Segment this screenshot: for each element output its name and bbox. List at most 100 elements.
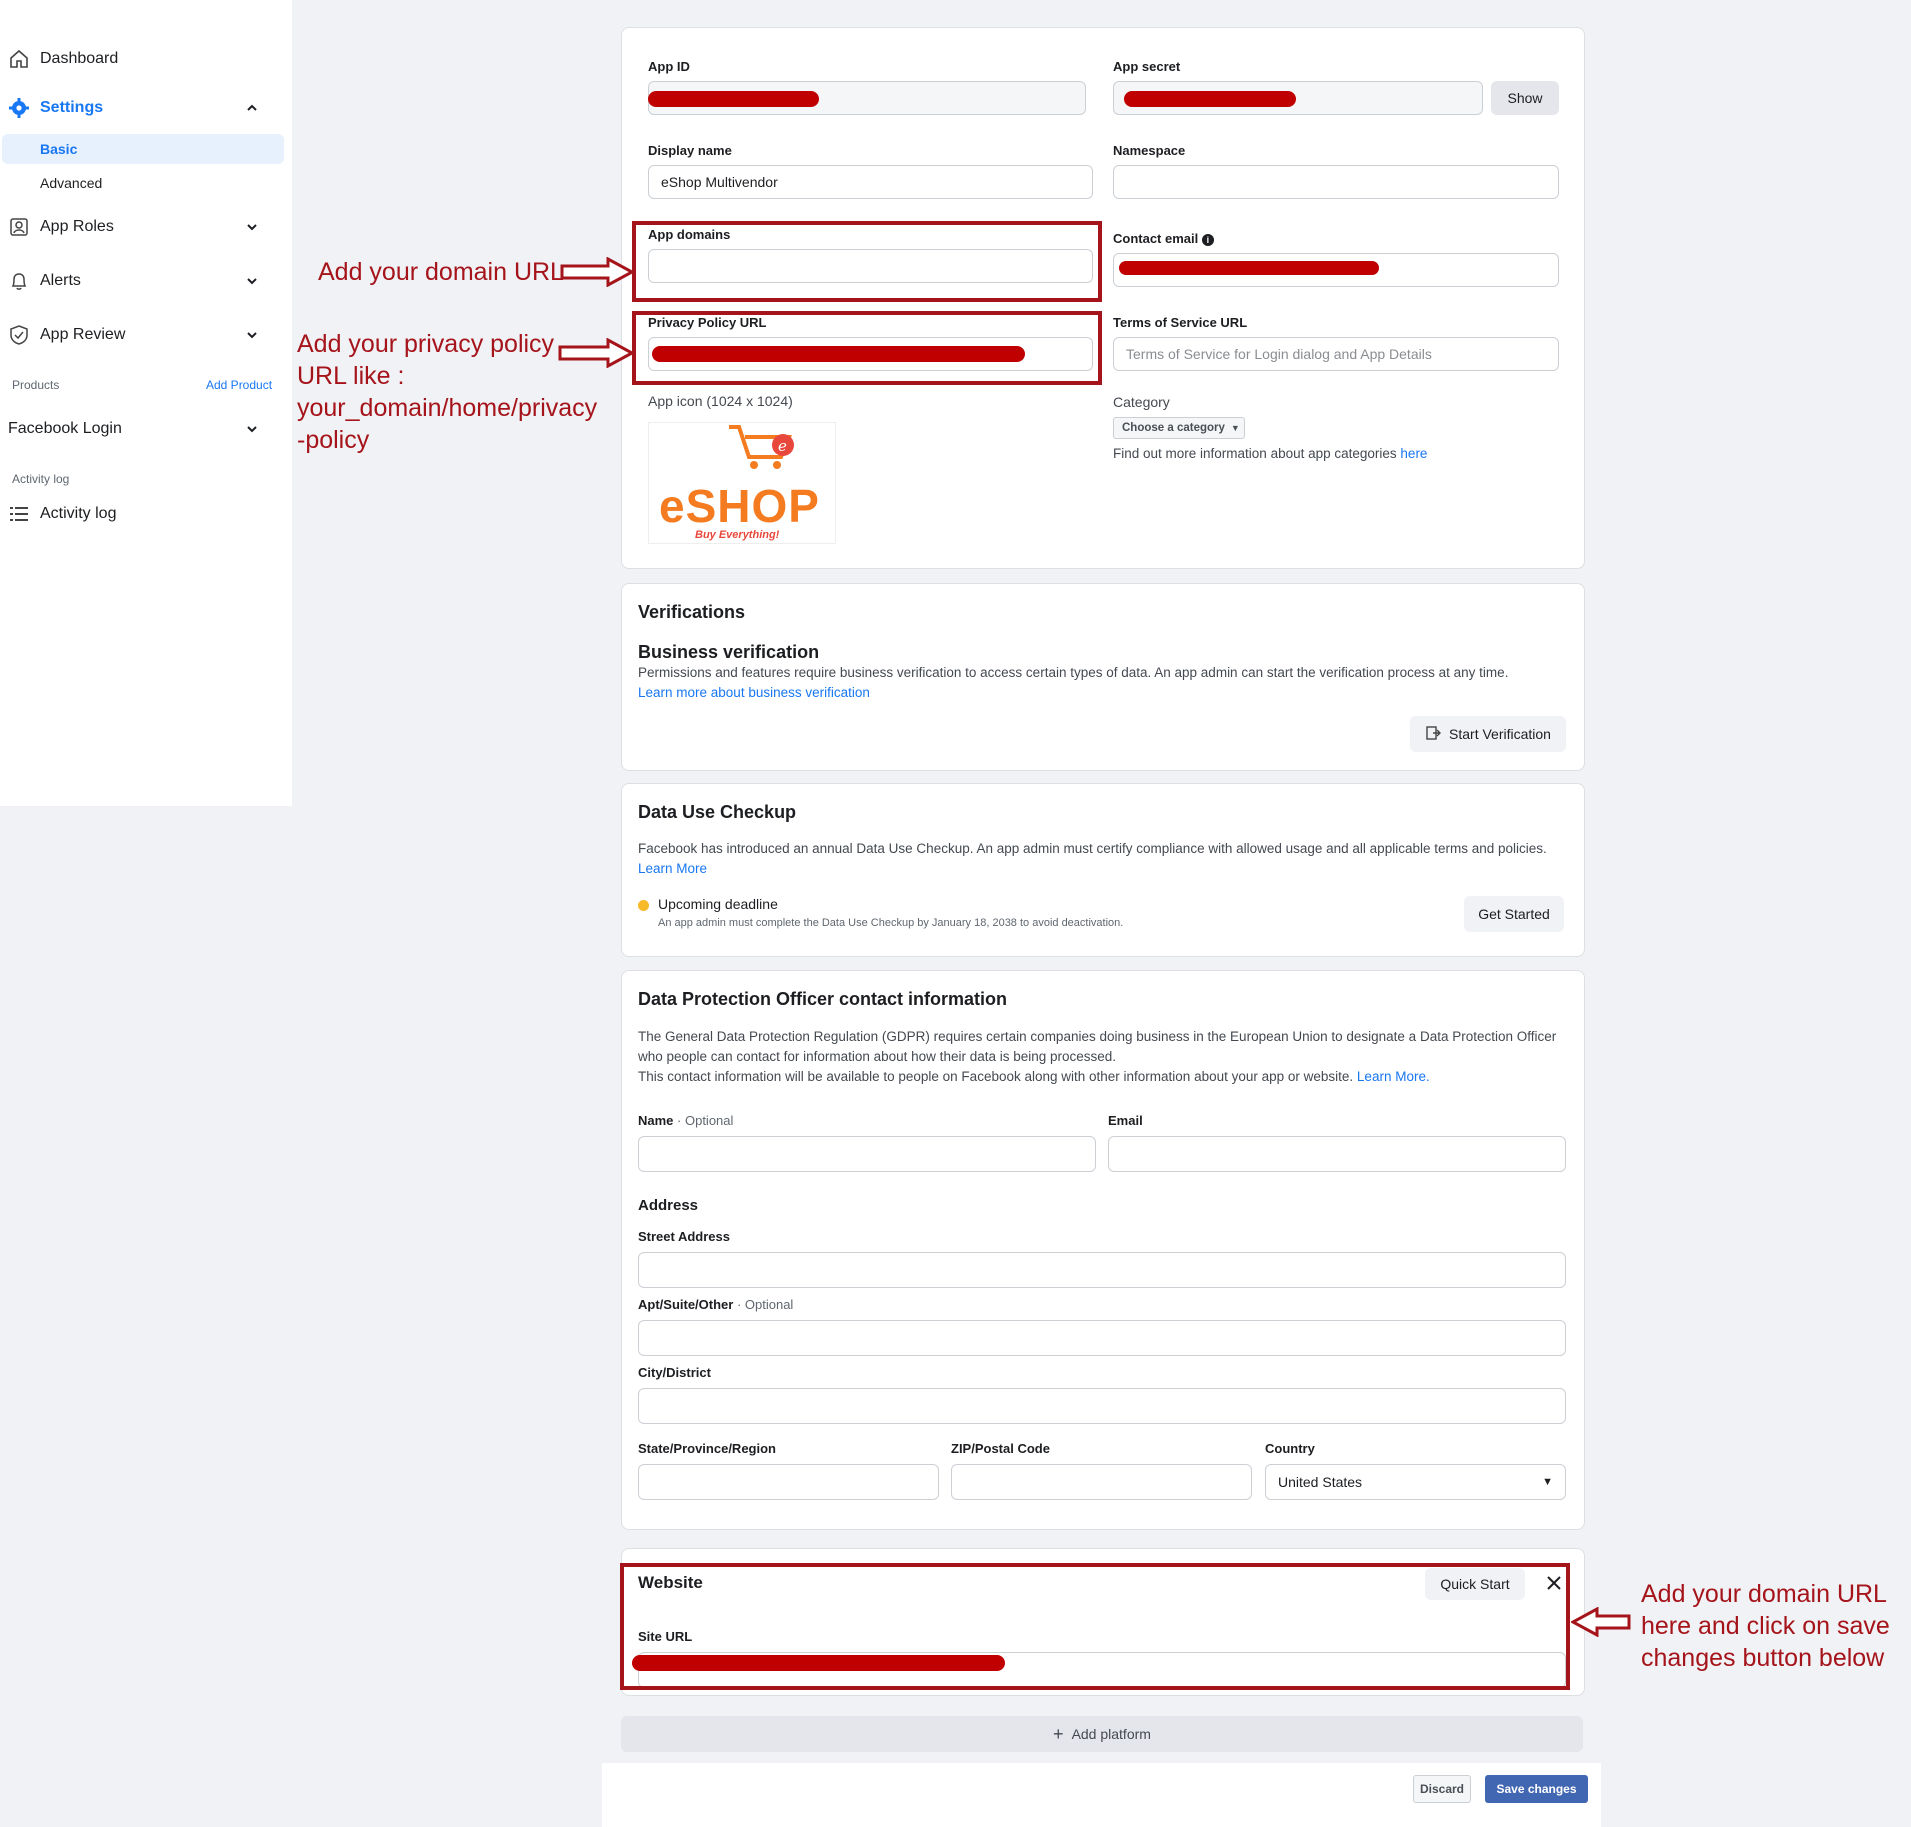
- zip-label: ZIP/Postal Code: [951, 1441, 1050, 1456]
- business-verification-link[interactable]: Learn more about business verification: [638, 683, 870, 703]
- sidebar-item-label: Activity log: [40, 505, 117, 522]
- sidebar: Dashboard Settings Basic Advanced App Ro…: [0, 0, 292, 806]
- add-platform-button[interactable]: + Add platform: [621, 1716, 1583, 1752]
- data-use-learn-more[interactable]: Learn More: [638, 861, 707, 876]
- sidebar-item-basic[interactable]: Basic: [2, 134, 284, 164]
- sidebar-item-label: Advanced: [40, 175, 103, 191]
- city-label: City/District: [638, 1365, 711, 1380]
- chevron-down-icon[interactable]: [242, 325, 262, 345]
- list-icon: [8, 503, 30, 525]
- save-changes-button[interactable]: Save changes: [1485, 1775, 1588, 1803]
- city-input[interactable]: [638, 1388, 1566, 1424]
- apt-input[interactable]: [638, 1320, 1566, 1356]
- arrow-right-icon: [558, 338, 634, 368]
- dpo-card: Data Protection Officer contact informat…: [621, 970, 1585, 1530]
- sidebar-item-label: Facebook Login: [8, 420, 122, 437]
- sidebar-item-dashboard[interactable]: Dashboard: [0, 39, 292, 79]
- arrow-left-icon: [1571, 1607, 1631, 1637]
- sidebar-item-alerts[interactable]: Alerts: [0, 261, 292, 301]
- display-name-value: eShop Multivendor: [661, 174, 778, 190]
- dpo-text: The General Data Protection Regulation (…: [638, 1029, 1557, 1064]
- sidebar-item-label: Dashboard: [40, 50, 119, 67]
- chevron-up-icon[interactable]: [242, 98, 262, 118]
- category-info: Find out more information about app cate…: [1113, 446, 1428, 461]
- dpo-text-2: This contact information will be availab…: [638, 1069, 1430, 1084]
- caret-down-icon: ▼: [1230, 423, 1240, 433]
- start-verification-label: Start Verification: [1449, 726, 1551, 742]
- sidebar-item-advanced[interactable]: Advanced: [2, 168, 284, 198]
- dpo-name-input[interactable]: [638, 1136, 1096, 1172]
- status-dot-icon: [638, 900, 649, 911]
- verifications-title: Verifications: [638, 602, 746, 622]
- deadline-title: Upcoming deadline: [658, 896, 778, 912]
- svg-text:e: e: [778, 437, 787, 455]
- dpo-email-input[interactable]: [1108, 1136, 1566, 1172]
- get-started-button[interactable]: Get Started: [1464, 896, 1564, 932]
- state-input[interactable]: [638, 1464, 939, 1500]
- display-name-label: Display name: [648, 143, 732, 158]
- sidebar-item-facebook-login[interactable]: Facebook Login: [0, 409, 292, 449]
- bell-icon: [8, 270, 30, 292]
- products-section-label: Products: [12, 378, 60, 392]
- add-product-link[interactable]: Add Product: [206, 378, 272, 392]
- address-heading: Address: [638, 1197, 699, 1214]
- data-use-title: Data Use Checkup: [638, 802, 797, 822]
- terms-label: Terms of Service URL: [1113, 315, 1248, 330]
- annotation-box-privacy-policy: [632, 311, 1102, 385]
- chevron-down-icon[interactable]: [242, 271, 262, 291]
- dpo-learn-more[interactable]: Learn More.: [1357, 1069, 1430, 1084]
- logo-tagline: Buy Everything!: [695, 529, 780, 541]
- name-label: Name · Optional: [638, 1113, 734, 1128]
- category-here-link[interactable]: here: [1400, 446, 1427, 461]
- activity-log-section-label: Activity log: [12, 472, 70, 486]
- annotation-box-app-domains: [632, 221, 1102, 302]
- dpo-title: Data Protection Officer contact informat…: [638, 989, 1008, 1009]
- chevron-down-icon[interactable]: [242, 217, 262, 237]
- contact-email-label: Contact email i: [1113, 231, 1214, 246]
- country-value: United States: [1278, 1474, 1363, 1490]
- state-label: State/Province/Region: [638, 1441, 776, 1456]
- terms-input[interactable]: Terms of Service for Login dialog and Ap…: [1113, 337, 1559, 371]
- namespace-input[interactable]: [1113, 165, 1559, 199]
- sidebar-item-activity-log[interactable]: Activity log: [0, 494, 292, 534]
- sidebar-item-app-review[interactable]: App Review: [0, 315, 292, 355]
- app-icon-label: App icon (1024 x 1024): [648, 393, 793, 409]
- category-select[interactable]: Choose a category ▼: [1113, 417, 1245, 439]
- namespace-label: Namespace: [1113, 143, 1186, 158]
- logo-text: eSHOP: [659, 480, 820, 532]
- data-use-card: Data Use Checkup Facebook has introduced…: [621, 783, 1585, 957]
- shield-check-icon: [8, 324, 30, 346]
- category-label: Category: [1113, 394, 1170, 410]
- zip-input[interactable]: [951, 1464, 1252, 1500]
- info-icon: i: [1201, 233, 1214, 246]
- app-icon-image[interactable]: e eSHOP Buy Everything!: [648, 422, 836, 544]
- apt-label: Apt/Suite/Other · Optional: [638, 1297, 794, 1312]
- footer-bar: Discard Save changes: [602, 1763, 1601, 1827]
- sidebar-item-label: App Roles: [40, 218, 114, 235]
- sidebar-item-app-roles[interactable]: App Roles: [0, 207, 292, 247]
- display-name-input[interactable]: eShop Multivendor: [648, 165, 1093, 199]
- show-secret-button[interactable]: Show: [1491, 81, 1559, 115]
- app-id-label: App ID: [648, 59, 690, 74]
- home-icon: [8, 48, 30, 70]
- gear-icon: [8, 97, 30, 119]
- annotation-box-website: [620, 1563, 1570, 1690]
- start-verification-button[interactable]: Start Verification: [1410, 716, 1566, 752]
- plus-icon: +: [1053, 1723, 1064, 1744]
- sidebar-item-label: App Review: [40, 326, 126, 343]
- street-label: Street Address: [638, 1229, 730, 1244]
- country-select[interactable]: United States ▼: [1265, 1464, 1566, 1500]
- annotation-domain-text: Add your domain URL: [318, 258, 564, 286]
- street-address-input[interactable]: [638, 1252, 1566, 1288]
- chevron-down-icon[interactable]: [242, 419, 262, 439]
- exit-icon: [1425, 725, 1442, 744]
- user-badge-icon: [8, 216, 30, 238]
- terms-placeholder: Terms of Service for Login dialog and Ap…: [1126, 346, 1432, 362]
- business-verification-title: Business verification: [638, 642, 820, 662]
- deadline-text: An app admin must complete the Data Use …: [658, 917, 1124, 929]
- discard-button[interactable]: Discard: [1413, 1775, 1471, 1803]
- sidebar-item-settings[interactable]: Settings: [0, 88, 292, 128]
- arrow-right-icon: [560, 257, 634, 287]
- redaction-mark: [648, 91, 819, 107]
- sidebar-item-label: Settings: [40, 99, 104, 116]
